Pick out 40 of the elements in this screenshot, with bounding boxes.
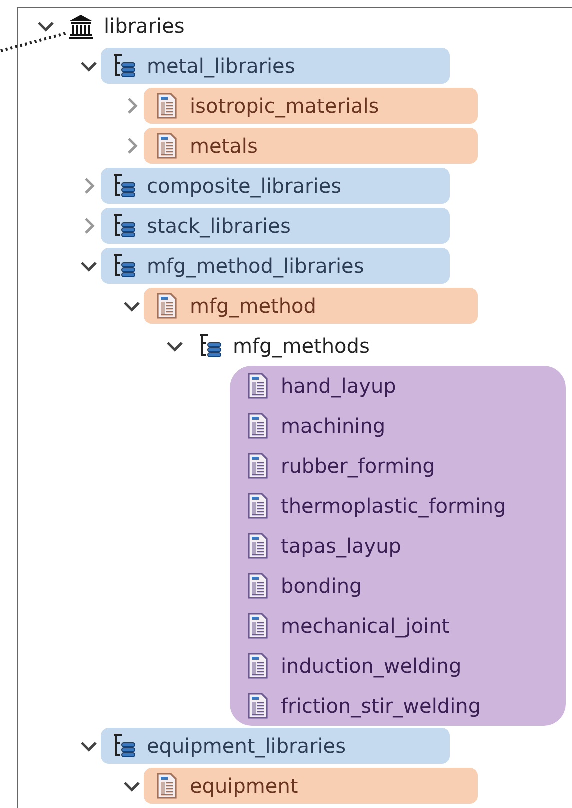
- document-icon: [245, 573, 271, 599]
- tree-item[interactable]: friction_stir_welding: [230, 686, 566, 726]
- document-icon: [245, 613, 271, 639]
- document-icon: [154, 293, 180, 319]
- tree-item[interactable]: mfg_method_libraries: [101, 248, 450, 284]
- stack-icon: [111, 253, 137, 279]
- tree-item[interactable]: machining: [230, 406, 566, 446]
- document-icon: [245, 493, 271, 519]
- tree-item[interactable]: tapas_layup: [230, 526, 566, 566]
- tree-item[interactable]: stack_libraries: [101, 208, 450, 244]
- document-icon: [245, 533, 271, 559]
- tree-item[interactable]: isotropic_materials: [144, 88, 478, 124]
- building-icon: [68, 13, 94, 39]
- tree-item[interactable]: hand_layup: [230, 366, 566, 406]
- tree-item[interactable]: libraries: [58, 8, 185, 44]
- document-icon: [154, 93, 180, 119]
- tree-item[interactable]: mfg_method: [144, 288, 478, 324]
- tree-item[interactable]: induction_welding: [230, 646, 566, 686]
- tree-item[interactable]: composite_libraries: [101, 168, 450, 204]
- document-icon: [245, 413, 271, 439]
- stack-icon: [111, 173, 137, 199]
- stack-icon: [111, 213, 137, 239]
- stack-icon: [111, 733, 137, 759]
- document-icon: [154, 133, 180, 159]
- document-icon: [154, 773, 180, 799]
- tree-item[interactable]: metals: [144, 128, 478, 164]
- document-icon: [245, 653, 271, 679]
- tree-item[interactable]: mechanical_joint: [230, 606, 566, 646]
- stack-icon: [197, 333, 223, 359]
- stack-icon: [111, 53, 137, 79]
- tree-item[interactable]: metal_libraries: [101, 48, 450, 84]
- tree-item[interactable]: thermoplastic_forming: [230, 486, 566, 526]
- document-icon: [245, 453, 271, 479]
- tree-item[interactable]: equipment: [144, 768, 478, 804]
- tree-item[interactable]: rubber_forming: [230, 446, 566, 486]
- tree-item[interactable]: equipment_libraries: [101, 728, 450, 764]
- document-icon: [245, 373, 271, 399]
- document-icon: [245, 693, 271, 719]
- tree-item[interactable]: bonding: [230, 566, 566, 606]
- tree-item[interactable]: mfg_methods: [187, 328, 370, 364]
